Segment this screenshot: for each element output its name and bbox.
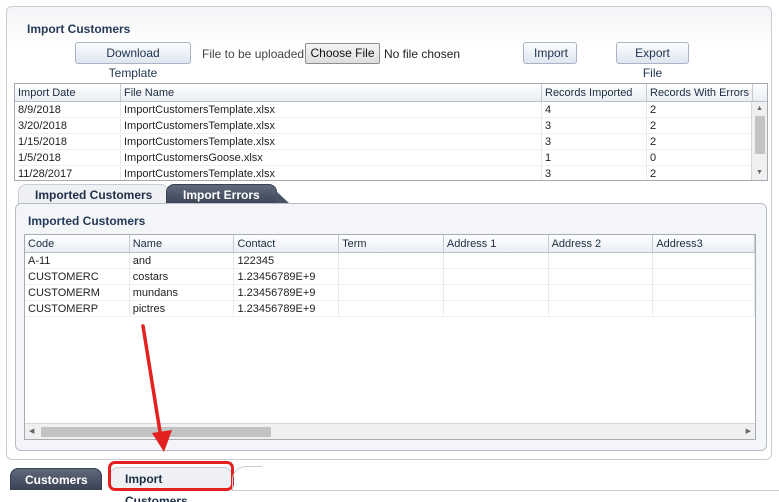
cell-name: and [130, 253, 235, 268]
tab-customers[interactable]: Customers [10, 468, 102, 490]
cell-address3 [653, 269, 755, 284]
imported-customers-table: Code Name Contact Term Address 1 Address… [24, 234, 756, 440]
cell-records-errors: 2 [647, 134, 753, 149]
cell-address3 [653, 253, 755, 268]
highlight-box [108, 461, 234, 491]
cell-records-imported: 3 [542, 118, 647, 133]
cell-address3 [653, 285, 755, 300]
cell-address1 [444, 301, 549, 316]
imported-customers-title: Imported Customers [28, 214, 146, 228]
table-row[interactable]: CUSTOMERC costars 1.23456789E+9 [25, 269, 755, 285]
tab-imported-customers[interactable]: Imported Customers [18, 184, 170, 204]
cell-name: costars [130, 269, 235, 284]
choose-file-button[interactable]: Choose File [305, 43, 380, 64]
column-header[interactable]: Term [339, 235, 444, 252]
column-header[interactable]: Records Imported [542, 84, 647, 101]
table-row[interactable]: CUSTOMERP pictres 1.23456789E+9 [25, 301, 755, 317]
tab-strip-line [232, 490, 779, 491]
column-header[interactable]: Code [25, 235, 130, 252]
cell-address1 [444, 285, 549, 300]
scroll-thumb[interactable] [41, 427, 271, 437]
table-row[interactable]: 1/15/2018 ImportCustomersTemplate.xlsx 3… [15, 134, 767, 150]
cell-records-errors: 2 [647, 102, 753, 117]
cell-records-imported: 3 [542, 134, 647, 149]
table-row[interactable]: 11/28/2017 ImportCustomersTemplate.xlsx … [15, 166, 767, 180]
cell-import-date: 3/20/2018 [15, 118, 121, 133]
cell-import-date: 1/15/2018 [15, 134, 121, 149]
file-upload-label: File to be uploaded [202, 47, 305, 61]
scroll-left-icon[interactable]: ◀ [29, 427, 34, 437]
cell-contact: 1.23456789E+9 [234, 301, 340, 316]
download-template-button[interactable]: Download Template [75, 42, 191, 80]
column-header[interactable]: Contact [234, 235, 340, 252]
cell-file-name: ImportCustomersGoose.xlsx [121, 150, 542, 165]
cell-name: pictres [130, 301, 235, 316]
export-file-button[interactable]: Export File [616, 42, 689, 80]
table-row[interactable]: CUSTOMERM mundans 1.23456789E+9 [25, 285, 755, 301]
table-header: Import Date File Name Records Imported R… [15, 84, 767, 102]
cell-code: CUSTOMERM [25, 285, 130, 300]
cell-code: A-11 [25, 253, 130, 268]
cell-term [339, 253, 444, 268]
table-row[interactable]: 8/9/2018 ImportCustomersTemplate.xlsx 4 … [15, 102, 767, 118]
cell-file-name: ImportCustomersTemplate.xlsx [121, 166, 542, 180]
cell-term [339, 301, 444, 316]
cell-records-errors: 0 [647, 150, 753, 165]
column-header[interactable]: Import Date [15, 84, 121, 101]
scroll-up-icon[interactable]: ▲ [756, 104, 763, 114]
cell-import-date: 11/28/2017 [15, 166, 121, 180]
cell-contact: 1.23456789E+9 [234, 285, 340, 300]
import-history-table: Import Date File Name Records Imported R… [14, 83, 768, 181]
cell-address2 [549, 301, 654, 316]
cell-address1 [444, 269, 549, 284]
cell-records-imported: 1 [542, 150, 647, 165]
cell-records-imported: 4 [542, 102, 647, 117]
cell-address3 [653, 301, 755, 316]
cell-code: CUSTOMERP [25, 301, 130, 316]
cell-file-name: ImportCustomersTemplate.xlsx [121, 134, 542, 149]
cell-file-name: ImportCustomersTemplate.xlsx [121, 102, 542, 117]
scroll-thumb[interactable] [755, 116, 765, 154]
cell-import-date: 1/5/2018 [15, 150, 121, 165]
column-header[interactable]: Address 1 [444, 235, 549, 252]
cell-term [339, 285, 444, 300]
column-header[interactable]: Address3 [653, 235, 755, 252]
cell-address2 [549, 269, 654, 284]
column-header[interactable]: File Name [121, 84, 542, 101]
cell-term [339, 269, 444, 284]
cell-import-date: 8/9/2018 [15, 102, 121, 117]
cell-address2 [549, 253, 654, 268]
cell-contact: 122345 [234, 253, 340, 268]
scroll-down-icon[interactable]: ▼ [756, 168, 763, 178]
cell-records-imported: 3 [542, 166, 647, 180]
horizontal-scrollbar[interactable]: ◀ ▶ [25, 423, 755, 439]
table-row[interactable]: 1/5/2018 ImportCustomersGoose.xlsx 1 0 [15, 150, 767, 166]
cell-code: CUSTOMERC [25, 269, 130, 284]
cell-file-name: ImportCustomersTemplate.xlsx [121, 118, 542, 133]
tab-import-errors[interactable]: Import Errors [166, 184, 290, 204]
table-row[interactable]: 3/20/2018 ImportCustomersTemplate.xlsx 3… [15, 118, 767, 134]
table-row[interactable]: A-11 and 122345 [25, 253, 755, 269]
cell-records-errors: 2 [647, 166, 753, 180]
imported-customers-panel: Imported Customers Code Name Contact Ter… [15, 203, 767, 451]
import-button[interactable]: Import [523, 42, 577, 64]
table-header: Code Name Contact Term Address 1 Address… [25, 235, 755, 253]
column-header[interactable]: Records With Errors [647, 84, 753, 101]
no-file-chosen-text: No file chosen [384, 47, 461, 61]
cell-address1 [444, 253, 549, 268]
cell-name: mundans [130, 285, 235, 300]
cell-address2 [549, 285, 654, 300]
panel-title: Import Customers [27, 22, 131, 36]
scroll-right-icon[interactable]: ▶ [746, 427, 751, 437]
tab-curve [232, 466, 262, 491]
column-header[interactable]: Name [130, 235, 235, 252]
column-header[interactable]: Address 2 [549, 235, 654, 252]
cell-contact: 1.23456789E+9 [234, 269, 340, 284]
cell-records-errors: 2 [647, 118, 753, 133]
vertical-scrollbar[interactable]: ▲ ▼ [751, 102, 767, 180]
